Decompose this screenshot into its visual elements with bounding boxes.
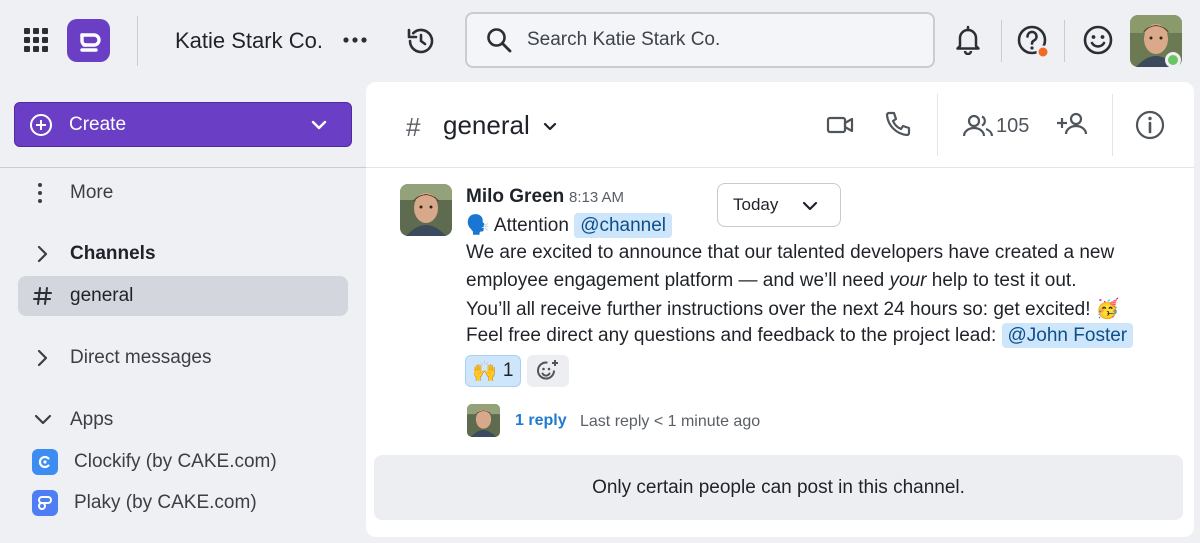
speaking-head-emoji: 🗣️ [466, 215, 490, 236]
app-grid-icon[interactable] [20, 24, 52, 56]
sidebar-item-label: Clockify (by CAKE.com) [74, 451, 277, 472]
sidebar-section-label: Apps [70, 409, 114, 430]
sidebar-divider [0, 167, 366, 168]
sidebar-item-label: general [70, 285, 134, 306]
add-reaction-icon [537, 360, 558, 380]
message-line: Feel free direct any questions and feedb… [466, 323, 1134, 348]
smiley-icon[interactable] [1080, 22, 1116, 58]
bell-icon[interactable] [950, 22, 986, 58]
hash-icon [32, 285, 54, 307]
workspace-name[interactable]: Katie Stark Co. [175, 28, 323, 54]
sidebar-item-label: Plaky (by CAKE.com) [74, 492, 257, 513]
channel-name[interactable]: general [443, 110, 530, 141]
top-bar: Katie Stark Co. [0, 0, 1200, 82]
message-line-attention: 🗣️ Attention @channel [466, 213, 673, 238]
online-status-indicator [1165, 52, 1181, 68]
create-label: Create [69, 113, 127, 135]
channel-hash: # [406, 112, 421, 142]
header-divider [1112, 94, 1113, 156]
divider [137, 16, 138, 66]
member-count: 105 [996, 114, 1030, 137]
chevron-right-icon [32, 347, 54, 369]
more-vertical-icon [32, 182, 54, 204]
partying-face-emoji: 🥳 [1095, 299, 1120, 320]
help-icon[interactable] [1014, 22, 1052, 60]
reaction-chip[interactable]: 🙌 1 [465, 355, 521, 387]
plaky-icon [32, 490, 58, 516]
app-logo[interactable] [67, 19, 110, 62]
last-reply-meta: Last reply < 1 minute ago [580, 413, 761, 430]
members-button[interactable]: 105 [962, 110, 1029, 142]
text-run: Feel free direct any questions and feedb… [466, 325, 1002, 346]
raising-hands-emoji: 🙌 [472, 360, 497, 383]
chevron-down-icon [309, 115, 329, 135]
search-bar[interactable] [465, 12, 935, 68]
channel-mention[interactable]: @channel [574, 213, 673, 238]
create-button[interactable]: Create [14, 102, 352, 147]
search-icon [485, 26, 513, 54]
clockify-icon [32, 449, 58, 475]
message-line: You’ll all receive further instructions … [466, 297, 1119, 321]
text-run: employee engagement platform — and we’ll… [466, 270, 890, 291]
reaction-count: 1 [502, 360, 514, 381]
sidebar-section-label: Direct messages [70, 347, 212, 368]
sidebar-item-more[interactable]: More [18, 173, 348, 213]
reply-avatar[interactable] [467, 404, 500, 437]
attention-text: Attention [493, 215, 569, 236]
chevron-down-icon [802, 201, 818, 211]
search-input[interactable] [527, 29, 907, 51]
date-divider-dropdown[interactable]: Today [717, 183, 841, 227]
text-run: help to test it out. [926, 270, 1077, 291]
history-icon[interactable] [402, 22, 440, 60]
video-call-icon[interactable] [825, 110, 855, 140]
text-run: You’ll all receive further instructions … [466, 299, 1096, 320]
divider [1001, 20, 1002, 62]
message-time: 8:13 AM [569, 189, 625, 206]
add-member-icon[interactable] [1056, 109, 1090, 139]
sidebar-item-clockify[interactable]: Clockify (by CAKE.com) [18, 442, 348, 482]
sidebar-section-apps[interactable]: Apps [18, 400, 348, 440]
message-line: employee engagement platform — and we’ll… [466, 270, 1076, 292]
chevron-right-icon [32, 243, 54, 265]
add-reaction-button[interactable] [527, 355, 569, 387]
members-icon [962, 111, 996, 141]
sidebar-section-channels[interactable]: Channels [18, 234, 348, 274]
sidebar-section-direct-messages[interactable]: Direct messages [18, 338, 348, 378]
chevron-down-icon[interactable] [540, 117, 560, 137]
phone-icon[interactable] [883, 109, 913, 139]
divider [1064, 20, 1065, 62]
emphasis-text: your [889, 270, 927, 291]
plus-circle-icon [29, 113, 53, 137]
channel-header: # general 105 [366, 82, 1194, 168]
sidebar-item-plaky[interactable]: Plaky (by CAKE.com) [18, 483, 348, 523]
sidebar-section-label: Channels [70, 243, 156, 264]
info-icon[interactable] [1134, 109, 1166, 141]
posting-restricted-notice: Only certain people can post in this cha… [374, 455, 1183, 520]
user-mention[interactable]: @John Foster [1001, 323, 1134, 348]
header-divider [937, 94, 938, 156]
author-avatar[interactable] [400, 184, 452, 236]
message-line: We are excited to announce that our tale… [466, 242, 1115, 263]
date-label: Today [733, 195, 779, 214]
chevron-down-icon [32, 409, 54, 431]
sidebar-item-general[interactable]: general [18, 276, 348, 316]
thread-reply-link[interactable]: 1 reply [515, 412, 567, 430]
channel-panel: # general 105 Milo Green 8:13 AM Today 🗣… [366, 82, 1194, 537]
more-horizontal-icon[interactable] [338, 26, 372, 54]
sidebar-item-label: More [70, 182, 114, 203]
message-author[interactable]: Milo Green [466, 186, 564, 208]
